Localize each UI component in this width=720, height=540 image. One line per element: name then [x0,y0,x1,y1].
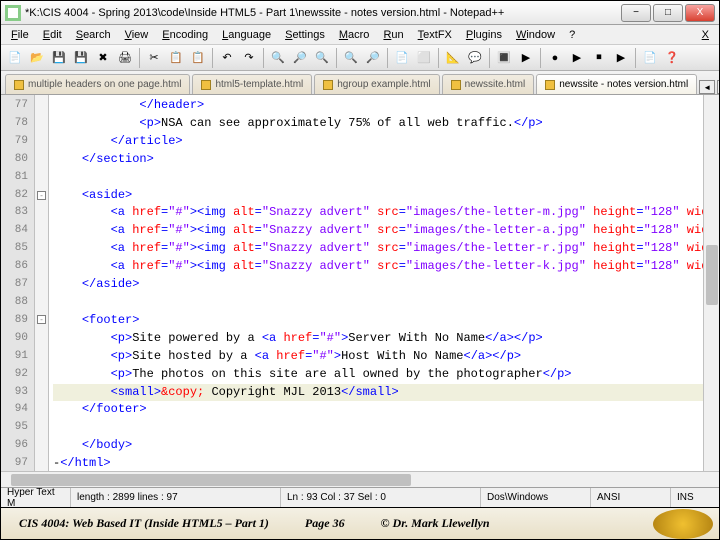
file-icon [451,80,461,90]
scroll-thumb[interactable] [706,245,718,305]
editor[interactable]: 7778798081828384858687888990919293949596… [1,95,719,471]
toolbar-button[interactable]: ↷ [239,48,259,68]
toolbar-button[interactable]: 📄 [640,48,660,68]
menu-?[interactable]: ? [563,27,581,43]
toolbar-button[interactable]: 🔎 [363,48,383,68]
tab-2[interactable]: hgroup example.html [314,74,439,94]
tabstrip: multiple headers on one page.html html5-t… [1,71,719,95]
tab-label: newssite - notes version.html [559,79,688,90]
toolbar-button[interactable]: 💬 [465,48,485,68]
file-icon [323,80,333,90]
toolbar-button[interactable]: 🔍 [312,48,332,68]
university-logo-icon [653,509,713,539]
toolbar-button[interactable]: ● [545,48,565,68]
fold-toggle[interactable]: - [37,191,46,200]
menu-window[interactable]: Window [510,27,561,43]
tab-nav-arrow[interactable]: ◄ [699,80,715,94]
toolbar-button[interactable]: ⬜ [414,48,434,68]
status-length: length : 2899 lines : 97 [71,488,281,507]
toolbar-button[interactable]: ⏹ [589,48,609,68]
menubar: FileEditSearchViewEncodingLanguageSettin… [1,25,719,45]
tab-4[interactable]: newssite - notes version.html [536,74,697,94]
status-language: Hyper Text M [1,488,71,507]
toolbar-button[interactable]: 💾 [49,48,69,68]
menu-macro[interactable]: Macro [333,27,376,43]
toolbar-button[interactable]: 🔍 [341,48,361,68]
statusbar: Hyper Text M length : 2899 lines : 97 Ln… [1,487,719,507]
scrollbar-horizontal[interactable] [1,471,719,487]
toolbar-button[interactable]: 🔎 [290,48,310,68]
toolbar-button[interactable]: ❓ [662,48,682,68]
tab-label: html5-template.html [215,79,303,90]
menu-language[interactable]: Language [216,27,277,43]
toolbar-button[interactable]: 🔳 [494,48,514,68]
menu-search[interactable]: Search [70,27,117,43]
toolbar-button[interactable]: ▶ [516,48,536,68]
scrollbar-vertical[interactable] [703,95,719,471]
menu-settings[interactable]: Settings [279,27,331,43]
tab-label: multiple headers on one page.html [28,79,181,90]
tab-1[interactable]: html5-template.html [192,74,312,94]
tab-label: newssite.html [465,79,526,90]
status-mode: INS [671,488,719,507]
footer-page: Page 36 [287,516,363,531]
slide-footer: CIS 4004: Web Based IT (Inside HTML5 – P… [1,507,719,539]
menu-file[interactable]: File [5,27,35,43]
toolbar-button[interactable]: 🔍 [268,48,288,68]
app-icon [5,5,21,21]
menu-encoding[interactable]: Encoding [156,27,214,43]
toolbar: 📄📂💾💾✖🖨✂📋📋↶↷🔍🔎🔍🔍🔎📄⬜📐💬🔳▶●▶⏹▶📄❓ [1,45,719,71]
toolbar-button[interactable]: 💾 [71,48,91,68]
toolbar-button[interactable]: 📋 [166,48,186,68]
toolbar-button[interactable]: ↶ [217,48,237,68]
tab-3[interactable]: newssite.html [442,74,535,94]
menu-edit[interactable]: Edit [37,27,68,43]
tab-label: hgroup example.html [337,79,430,90]
titlebar: *K:\CIS 4004 - Spring 2013\code\Inside H… [1,1,719,25]
footer-author: © Dr. Mark Llewellyn [363,516,508,531]
tab-0[interactable]: multiple headers on one page.html [5,74,190,94]
line-gutter: 7778798081828384858687888990919293949596… [1,95,35,471]
toolbar-button[interactable]: ✖ [93,48,113,68]
footer-course: CIS 4004: Web Based IT (Inside HTML5 – P… [1,516,287,531]
menu-view[interactable]: View [119,27,155,43]
maximize-button[interactable]: □ [653,4,683,22]
toolbar-button[interactable]: 📋 [188,48,208,68]
menu-plugins[interactable]: Plugins [460,27,508,43]
status-encoding: ANSI [591,488,671,507]
toolbar-button[interactable]: ▶ [611,48,631,68]
menu-close-icon[interactable]: X [696,29,715,41]
toolbar-button[interactable]: 📐 [443,48,463,68]
file-icon [545,80,555,90]
menu-run[interactable]: Run [377,27,409,43]
toolbar-button[interactable]: 🖨 [115,48,135,68]
status-eol: Dos\Windows [481,488,591,507]
toolbar-button[interactable]: ▶ [567,48,587,68]
status-position: Ln : 93 Col : 37 Sel : 0 [281,488,481,507]
menu-textfx[interactable]: TextFX [412,27,458,43]
toolbar-button[interactable]: 📄 [5,48,25,68]
fold-margin[interactable]: - - [35,95,49,471]
scroll-thumb[interactable] [11,474,411,486]
toolbar-button[interactable]: 📄 [392,48,412,68]
toolbar-button[interactable]: ✂ [144,48,164,68]
minimize-button[interactable]: − [621,4,651,22]
window-title: *K:\CIS 4004 - Spring 2013\code\Inside H… [25,7,621,19]
file-icon [201,80,211,90]
fold-toggle[interactable]: - [37,315,46,324]
file-icon [14,80,24,90]
code-area[interactable]: </header> <p>NSA can see approximately 7… [49,95,719,471]
toolbar-button[interactable]: 📂 [27,48,47,68]
tab-nav-arrow[interactable]: ► [717,80,719,94]
close-button[interactable]: X [685,4,715,22]
